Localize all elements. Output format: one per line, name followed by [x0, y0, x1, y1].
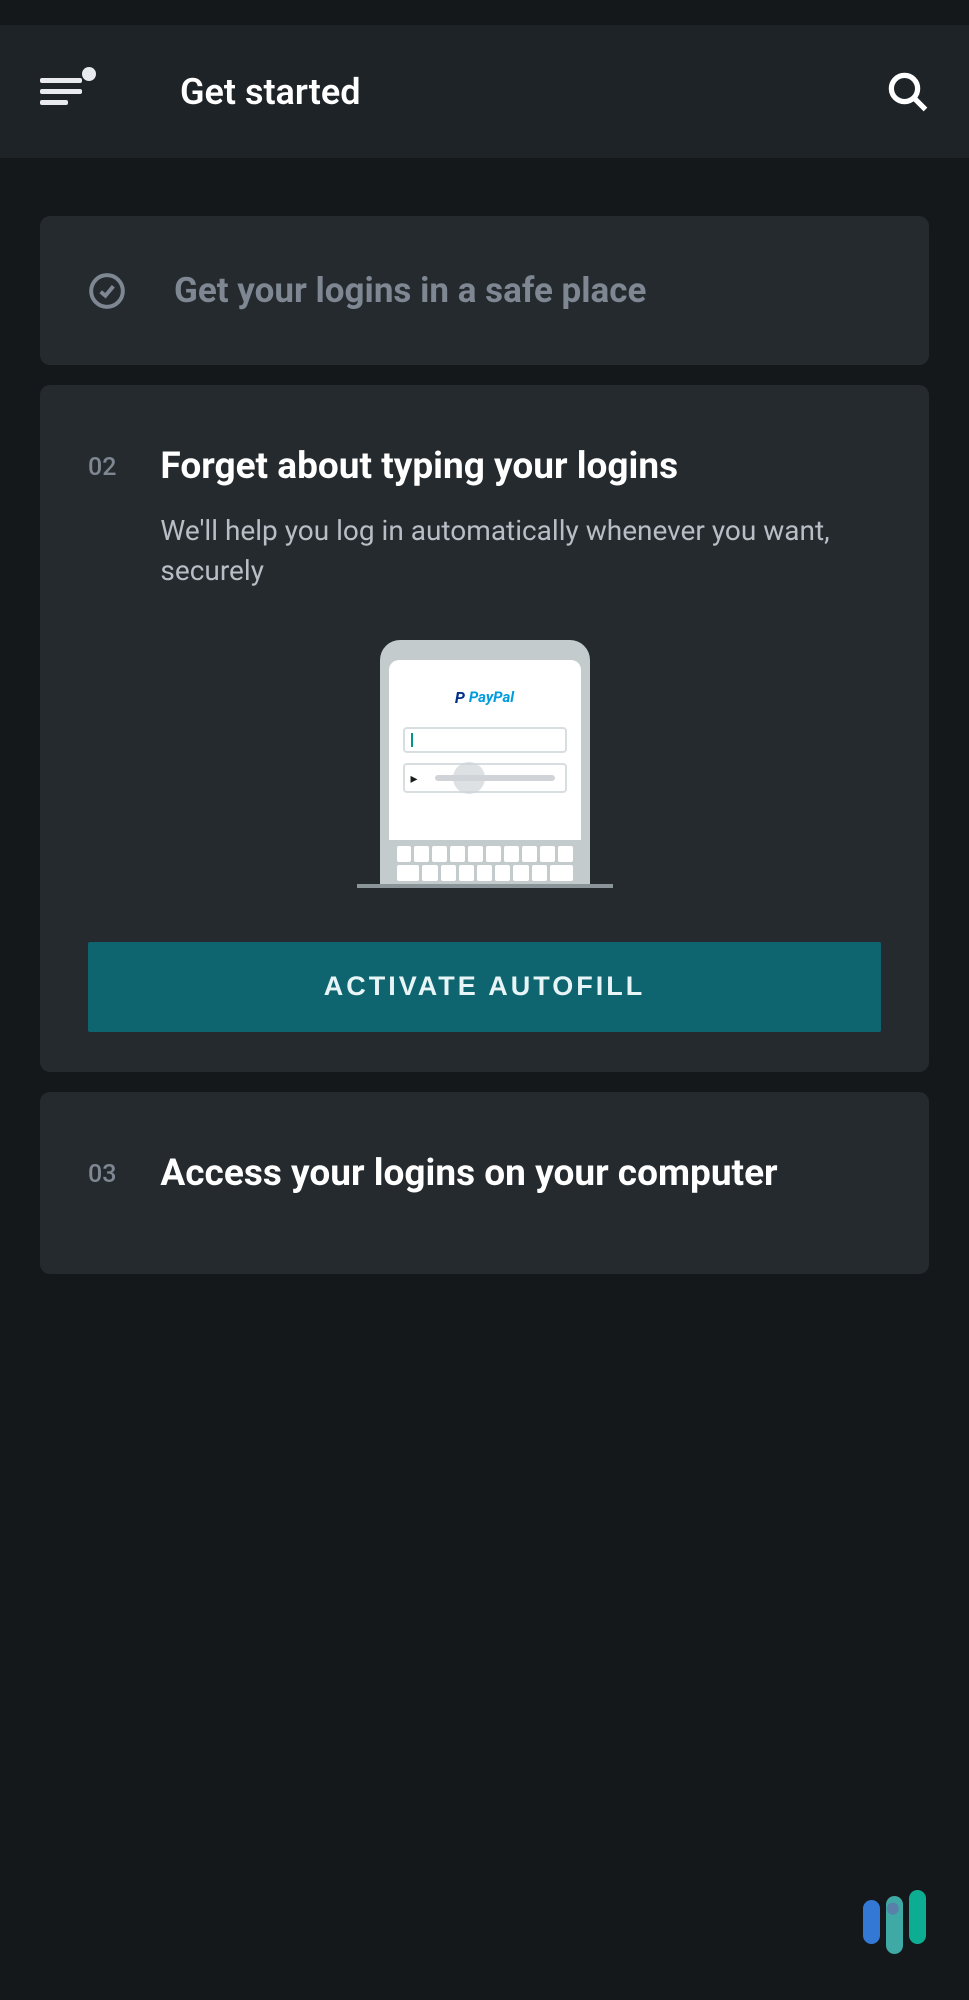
step-number: 02 [88, 453, 116, 482]
app-logo-icon[interactable] [853, 1866, 935, 1944]
step-card-active: 02 Forget about typing your logins We'll… [40, 385, 929, 1072]
paypal-logo-icon: P [455, 688, 465, 707]
content-area: Get your logins in a safe place 02 Forge… [0, 158, 969, 1352]
step-number: 03 [88, 1160, 116, 1189]
status-bar [0, 0, 969, 25]
step-card-next[interactable]: 03 Access your logins on your computer [40, 1092, 929, 1274]
paypal-brand-text: PayPal [469, 688, 514, 706]
step-card-completed[interactable]: Get your logins in a safe place [40, 216, 929, 365]
autofill-illustration: P PayPal ▸ [357, 638, 613, 888]
app-header: Get started [0, 25, 969, 158]
menu-icon[interactable] [40, 67, 90, 117]
activate-autofill-button[interactable]: ACTIVATE AUTOFILL [88, 942, 881, 1032]
search-icon[interactable] [887, 71, 929, 113]
step-active-subtitle: We'll help you log in automatically when… [160, 511, 881, 592]
step-next-title: Access your logins on your computer [160, 1148, 881, 1200]
step-active-title: Forget about typing your logins [160, 441, 881, 493]
page-title: Get started [180, 71, 360, 113]
step-completed-title: Get your logins in a safe place [174, 270, 646, 311]
check-circle-icon [88, 272, 126, 310]
